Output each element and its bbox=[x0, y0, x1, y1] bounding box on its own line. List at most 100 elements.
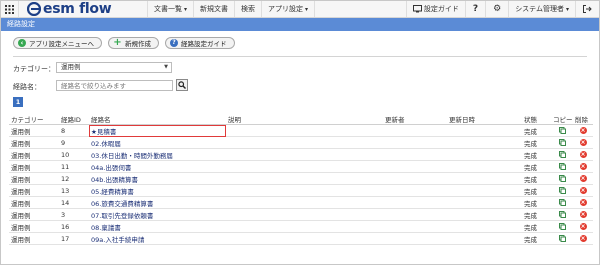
table-row[interactable]: 運用例 12 04b.出張精算書 完成 × bbox=[9, 172, 593, 185]
delete-icon[interactable]: × bbox=[579, 187, 587, 194]
nav-search[interactable]: 検索 bbox=[234, 1, 261, 17]
cell-copy bbox=[551, 160, 573, 173]
gear-icon: ⚙ bbox=[493, 4, 502, 14]
cell-description bbox=[226, 124, 383, 137]
new-button-label: 新規作成 bbox=[125, 40, 151, 48]
delete-icon[interactable]: × bbox=[579, 223, 587, 230]
copy-icon[interactable] bbox=[558, 127, 566, 134]
cell-updated-by bbox=[383, 148, 447, 161]
cell-updated-by bbox=[383, 208, 447, 221]
copy-icon[interactable] bbox=[558, 151, 566, 158]
cell-category: 運用例 bbox=[9, 136, 59, 149]
cell-route-name[interactable]: 04a.出張伺書 bbox=[89, 160, 226, 173]
cell-updated-at bbox=[447, 124, 522, 137]
copy-icon[interactable] bbox=[558, 163, 566, 170]
cell-route-name[interactable]: 07.取引先登録依頼書 bbox=[89, 208, 226, 221]
col-header-route-id[interactable]: 経路ID bbox=[59, 114, 89, 125]
category-select-value: 運用例 bbox=[61, 63, 81, 71]
app-settings-menu-button[interactable]: ‹ アプリ設定メニューへ bbox=[13, 37, 102, 49]
table-row[interactable]: 運用例 14 06.旅費交通費精算書 完成 × bbox=[9, 196, 593, 209]
cell-description bbox=[226, 172, 383, 185]
logout-button[interactable] bbox=[575, 1, 599, 17]
help-icon: ? bbox=[472, 4, 479, 14]
cell-category: 運用例 bbox=[9, 160, 59, 173]
toolbar: ‹ アプリ設定メニューへ + 新規作成 ? 経路設定ガイド bbox=[13, 37, 235, 49]
help-button[interactable]: ? bbox=[464, 1, 485, 17]
category-select[interactable]: 運用例 ▼ bbox=[56, 62, 172, 73]
route-guide-button[interactable]: ? 経路設定ガイド bbox=[165, 37, 235, 49]
cell-updated-at bbox=[447, 136, 522, 149]
copy-icon[interactable] bbox=[558, 235, 566, 242]
cell-route-name[interactable]: ★見積書 bbox=[89, 124, 226, 137]
page-number-current[interactable]: 1 bbox=[13, 97, 23, 107]
cell-copy bbox=[551, 232, 573, 245]
cell-category: 運用例 bbox=[9, 172, 59, 185]
cell-updated-by bbox=[383, 124, 447, 137]
table-row[interactable]: 運用例 11 04a.出張伺書 完成 × bbox=[9, 160, 593, 173]
cell-updated-at bbox=[447, 220, 522, 233]
table-row[interactable]: 運用例 9 02.休暇届 完成 × bbox=[9, 136, 593, 149]
nav-new-document[interactable]: 新規文書 bbox=[193, 1, 234, 17]
nav-app-settings[interactable]: アプリ設定 ▾ bbox=[261, 1, 314, 17]
col-header-updated-by[interactable]: 更新者 bbox=[383, 114, 447, 125]
delete-icon[interactable]: × bbox=[579, 235, 587, 242]
settings-guide-label: 設定ガイド bbox=[423, 5, 459, 13]
cell-copy bbox=[551, 124, 573, 137]
cell-status: 完成 bbox=[522, 172, 551, 185]
table-row[interactable]: 運用例 13 05.経費精算書 完成 × bbox=[9, 184, 593, 197]
logo-mark-icon bbox=[27, 2, 41, 16]
col-header-description[interactable]: 説明 bbox=[226, 114, 383, 125]
nav-document-list[interactable]: 文書一覧 ▾ bbox=[147, 1, 193, 17]
delete-icon[interactable]: × bbox=[579, 175, 587, 182]
gear-button[interactable]: ⚙ bbox=[485, 1, 508, 17]
cell-description bbox=[226, 148, 383, 161]
cell-delete: × bbox=[573, 208, 593, 221]
copy-icon[interactable] bbox=[558, 175, 566, 182]
user-menu[interactable]: システム管理者 ▾ bbox=[508, 1, 575, 17]
table-row[interactable]: 運用例 8 ★見積書 完成 × bbox=[9, 124, 593, 137]
cell-status: 完成 bbox=[522, 220, 551, 233]
cell-route-name[interactable]: 04b.出張精算書 bbox=[89, 172, 226, 185]
search-button[interactable] bbox=[176, 79, 188, 91]
settings-guide-link[interactable]: 設定ガイド bbox=[405, 1, 465, 17]
cell-updated-by bbox=[383, 196, 447, 209]
copy-icon[interactable] bbox=[558, 211, 566, 218]
cell-route-name[interactable]: 05.経費精算書 bbox=[89, 184, 226, 197]
col-header-delete: 削除 bbox=[573, 114, 593, 125]
cell-description bbox=[226, 232, 383, 245]
copy-icon[interactable] bbox=[558, 187, 566, 194]
table-row[interactable]: 運用例 16 08.稟議書 完成 × bbox=[9, 220, 593, 233]
cell-route-name[interactable]: 08.稟議書 bbox=[89, 220, 226, 233]
col-header-category[interactable]: カテゴリー bbox=[9, 114, 59, 125]
cell-route-id: 14 bbox=[59, 196, 89, 209]
copy-icon[interactable] bbox=[558, 223, 566, 230]
delete-icon[interactable]: × bbox=[579, 139, 587, 146]
delete-icon[interactable]: × bbox=[579, 211, 587, 218]
col-header-route-name[interactable]: 経路名 bbox=[89, 114, 226, 125]
route-name-search-input[interactable] bbox=[56, 80, 173, 91]
app-grid-icon[interactable] bbox=[1, 1, 19, 17]
delete-icon[interactable]: × bbox=[579, 151, 587, 158]
delete-icon[interactable]: × bbox=[579, 199, 587, 206]
cell-route-name[interactable]: 03.休日出勤・時間外勤務届 bbox=[89, 148, 226, 161]
cell-updated-at bbox=[447, 232, 522, 245]
cell-updated-by bbox=[383, 172, 447, 185]
cell-description bbox=[226, 196, 383, 209]
col-header-status[interactable]: 状態 bbox=[522, 114, 551, 125]
cell-route-name[interactable]: 06.旅費交通費精算書 bbox=[89, 196, 226, 209]
app-logo[interactable]: esm flow bbox=[19, 1, 147, 17]
cell-route-name[interactable]: 09a.入社手続申請 bbox=[89, 232, 226, 245]
delete-icon[interactable]: × bbox=[579, 163, 587, 170]
new-button[interactable]: + 新規作成 bbox=[108, 37, 159, 49]
copy-icon[interactable] bbox=[558, 199, 566, 206]
cell-description bbox=[226, 208, 383, 221]
copy-icon[interactable] bbox=[558, 139, 566, 146]
cell-copy bbox=[551, 184, 573, 197]
cell-route-name[interactable]: 02.休暇届 bbox=[89, 136, 226, 149]
table-row[interactable]: 運用例 3 07.取引先登録依頼書 完成 × bbox=[9, 208, 593, 221]
col-header-updated-at[interactable]: 更新日時 bbox=[447, 114, 522, 125]
table-row[interactable]: 運用例 10 03.休日出勤・時間外勤務届 完成 × bbox=[9, 148, 593, 161]
delete-icon[interactable]: × bbox=[579, 127, 587, 134]
cell-category: 運用例 bbox=[9, 208, 59, 221]
table-row[interactable]: 運用例 17 09a.入社手続申請 完成 × bbox=[9, 232, 593, 245]
